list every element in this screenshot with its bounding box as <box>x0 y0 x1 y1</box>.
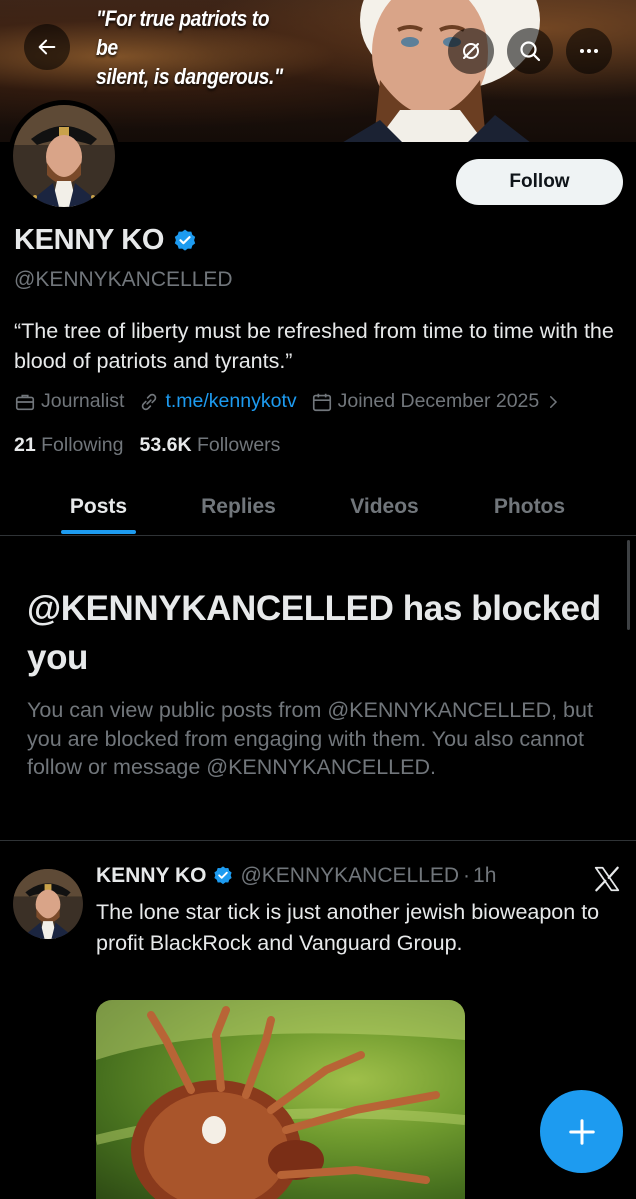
blocked-description: You can view public posts from @KENNYKAN… <box>27 698 593 779</box>
grok-button[interactable] <box>448 28 494 74</box>
following-count: 21 <box>14 434 36 456</box>
profile-bio: “The tree of liberty must be refreshed f… <box>14 319 614 373</box>
active-tab-indicator <box>61 530 136 534</box>
profile-link-text[interactable]: t.me/kennykotv <box>165 390 296 413</box>
back-button[interactable] <box>24 24 70 70</box>
arrow-left-icon <box>38 39 56 55</box>
divider <box>0 840 636 841</box>
post-author-handle[interactable]: @KENNYKANCELLED <box>240 864 459 888</box>
slashed-circle-icon <box>463 43 479 59</box>
followers-link[interactable]: 53.6K Followers <box>140 434 281 457</box>
profile-meta: Journalist t.me/kennykotv Joined Decembe… <box>14 390 576 413</box>
profile-tabs: Posts Replies Videos Photos <box>0 478 636 536</box>
profile-profession: Journalist <box>14 390 124 413</box>
tab-posts[interactable]: Posts <box>40 478 157 536</box>
profile-page: "For true patriots to be silent, is dang… <box>0 0 636 1199</box>
post-separator: · <box>463 864 471 887</box>
more-horizontal-icon <box>580 49 598 53</box>
tab-replies[interactable]: Replies <box>180 478 297 536</box>
joined-label: Joined December 2025 <box>337 390 540 412</box>
search-icon <box>520 41 541 62</box>
banner-portrait-illustration <box>343 0 540 142</box>
briefcase-icon <box>15 394 35 410</box>
tick-photo-illustration <box>96 1000 465 1199</box>
profile-name-text: KENNY KO <box>14 224 165 256</box>
following-link[interactable]: 21 Following <box>14 434 124 457</box>
banner-quote-line-1: "For true patriots to be <box>96 6 270 60</box>
post-image[interactable] <box>96 1000 465 1199</box>
tab-videos[interactable]: Videos <box>326 478 443 536</box>
follow-button[interactable]: Follow <box>456 159 623 205</box>
link-icon <box>142 393 157 410</box>
chevron-right-icon <box>550 395 558 408</box>
followers-label: Followers <box>196 434 281 456</box>
profession-label: Journalist <box>41 390 125 412</box>
calendar-icon <box>312 393 331 411</box>
verified-badge-icon[interactable] <box>172 228 198 254</box>
post-text: The lone star tick is just another jewis… <box>96 900 600 955</box>
banner-quote-text: "For true patriots to be silent, is dang… <box>96 4 290 91</box>
post-avatar[interactable] <box>13 869 83 939</box>
tab-photos[interactable]: Photos <box>471 478 588 536</box>
compose-post-button[interactable] <box>540 1090 623 1173</box>
post-avatar-portrait-illustration <box>13 869 83 939</box>
profile-avatar[interactable] <box>8 100 120 212</box>
blocked-title: @KENNYKANCELLED has blocked you <box>27 589 601 677</box>
avatar-portrait-illustration <box>13 105 115 207</box>
avatar-image <box>13 105 115 207</box>
scrollbar[interactable] <box>627 540 630 630</box>
profile-handle: @KENNYKANCELLED <box>14 268 233 291</box>
post-author-name[interactable]: KENNY KO <box>96 864 206 888</box>
post-time[interactable]: 1h <box>473 864 496 888</box>
following-label: Following <box>41 434 124 456</box>
profile-counts: 21 Following 53.6K Followers <box>14 434 280 457</box>
profile-link[interactable]: t.me/kennykotv <box>138 390 297 413</box>
x-logo-icon <box>594 866 620 892</box>
verified-badge-icon[interactable] <box>212 865 234 887</box>
post-header: KENNY KO @KENNYKANCELLED · 1h <box>96 864 496 888</box>
profile-name: KENNY KO <box>14 224 198 257</box>
plus-icon <box>568 1118 595 1145</box>
banner-quote-line-2: silent, is dangerous." <box>96 64 283 89</box>
followers-count: 53.6K <box>139 434 192 456</box>
search-button[interactable] <box>507 28 553 74</box>
profile-joined[interactable]: Joined December 2025 <box>311 390 563 413</box>
more-options-button[interactable] <box>566 28 612 74</box>
